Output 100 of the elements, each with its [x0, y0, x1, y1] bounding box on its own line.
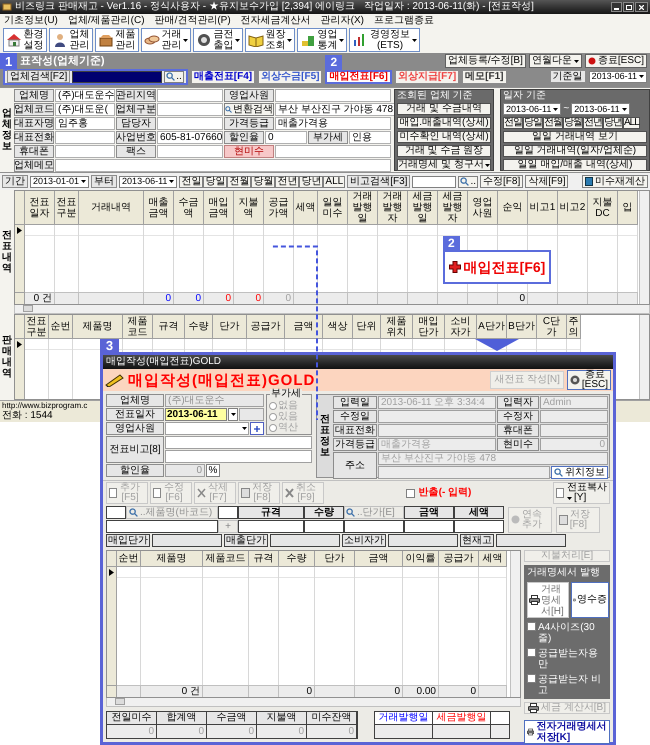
period-button[interactable]: 전일 — [179, 176, 204, 188]
menu-item[interactable]: 관리자(X) — [320, 16, 364, 26]
column-header[interactable]: A단가 — [477, 315, 507, 339]
edit-button[interactable]: 수정[F8] — [480, 175, 524, 188]
monthly-download-button[interactable]: 연월다운 — [528, 54, 582, 68]
close-button[interactable] — [635, 2, 648, 12]
column-header[interactable]: 비고2 — [558, 191, 588, 225]
recalculate-button[interactable]: 미수재계산 — [582, 175, 648, 188]
column-header[interactable]: 전표구분 — [55, 191, 79, 225]
report-button[interactable]: 일일 매입/매출 내역(상세) — [503, 159, 647, 171]
toolbar-button[interactable]: 제품관리 — [95, 28, 139, 52]
column-header[interactable]: 수금액 — [174, 191, 204, 225]
toolbar-button[interactable]: 원장조회 — [245, 28, 295, 52]
menu-item[interactable]: 프로그램종료 — [374, 16, 434, 26]
column-header[interactable]: 색상 — [323, 315, 353, 339]
input-field[interactable] — [238, 520, 304, 533]
column-header[interactable]: 수량 — [185, 315, 213, 339]
column-header[interactable]: 세액 — [294, 191, 318, 225]
tab[interactable]: 외상수금[F5] — [258, 70, 322, 84]
toolbar-button[interactable]: 영업통계 — [297, 28, 347, 52]
date-field[interactable]: 2013-06-11 — [571, 103, 630, 115]
period-button[interactable]: 전월 — [227, 176, 252, 188]
column-header[interactable]: 단가 — [213, 315, 247, 339]
input-field[interactable] — [404, 520, 454, 533]
date-field[interactable]: 2013-06-11 — [503, 103, 562, 115]
column-header[interactable]: 소비자가 — [445, 315, 477, 339]
close-button[interactable]: 종료 [ESC] — [566, 370, 611, 390]
column-header[interactable]: 세액 — [479, 551, 507, 567]
lookup-button[interactable]: 미수확인 내역(상세) — [397, 131, 491, 143]
column-header[interactable]: 순익 — [498, 191, 528, 225]
lookup-button[interactable]: 거래명세 및 청구서 — [397, 159, 491, 171]
column-header[interactable]: 공급가 — [247, 315, 285, 339]
column-header[interactable]: 단위 — [353, 315, 381, 339]
add-button[interactable]: + — [250, 422, 264, 435]
column-header[interactable]: 순번 — [117, 551, 141, 567]
column-header[interactable]: 공급가액 — [264, 191, 294, 225]
menu-item[interactable]: 판매/견적관리(P) — [154, 16, 231, 26]
input-field[interactable] — [304, 520, 344, 533]
column-header[interactable]: 규격 — [153, 315, 185, 339]
column-header[interactable]: 세금발행자 — [438, 191, 468, 225]
vertical-scrollbar[interactable] — [510, 551, 520, 697]
tab[interactable]: 매출전표[F4] — [190, 70, 256, 84]
period-button[interactable]: 당월 — [251, 176, 276, 188]
column-header[interactable]: 제품명 — [73, 315, 123, 339]
edit-company-button[interactable]: 업체등록/수정[B] — [444, 54, 526, 68]
column-header[interactable]: 영업사원 — [468, 191, 498, 225]
date-field[interactable]: 2013-01-01 — [30, 176, 90, 188]
convert-search-button[interactable]: 변환검색 — [224, 103, 274, 116]
period-button[interactable]: 전년 — [275, 176, 300, 188]
column-header[interactable]: 세금발행일 — [408, 191, 438, 225]
column-header[interactable]: 이익률 — [403, 551, 439, 567]
date-field[interactable]: 2013-06-11 — [165, 408, 227, 421]
input-field[interactable] — [454, 520, 504, 533]
radio-button[interactable] — [269, 402, 277, 410]
period-button[interactable]: 전일 — [503, 117, 523, 129]
column-header[interactable]: 제품위치 — [381, 315, 413, 339]
column-header[interactable]: 전표일자 — [25, 191, 55, 225]
column-header[interactable]: 매입단가 — [413, 315, 445, 339]
column-header[interactable]: 비고1 — [528, 191, 558, 225]
radio-button[interactable] — [269, 413, 277, 421]
more-button[interactable]: .. — [458, 176, 478, 188]
report-button[interactable]: 일일 거래내역(일자/업체순) — [503, 145, 647, 157]
input-field[interactable] — [106, 520, 218, 533]
column-header[interactable]: 지불DC — [588, 191, 618, 225]
copy-voucher-button[interactable]: 전표복사 [Y] — [553, 482, 610, 504]
column-header[interactable]: 주의 — [567, 315, 581, 339]
column-header[interactable]: 매출금액 — [144, 191, 174, 225]
period-button[interactable]: 당년 — [299, 176, 324, 188]
column-header[interactable]: 수량 — [279, 551, 315, 567]
period-button[interactable]: ALL — [323, 176, 346, 188]
maximize-button[interactable] — [623, 2, 634, 12]
period-button[interactable]: 전월 — [543, 117, 563, 129]
tab[interactable]: 메모[F1] — [462, 70, 507, 84]
toolbar-button[interactable]: 거래관리 — [141, 28, 191, 52]
column-header[interactable]: 금액 — [285, 315, 323, 339]
memo-field[interactable] — [165, 450, 312, 463]
close-button[interactable]: 종료[ESC] — [584, 54, 647, 68]
period-button[interactable]: 당일 — [203, 176, 228, 188]
minimize-button[interactable] — [611, 2, 622, 12]
column-header[interactable]: 순번 — [49, 315, 73, 339]
lookup-button[interactable]: 거래 및 수금 원장 — [397, 145, 491, 157]
scroll-thumb[interactable] — [23, 305, 33, 312]
toolbar-button[interactable]: 업체관리 — [49, 28, 93, 52]
input-field[interactable] — [218, 506, 238, 519]
delete-button[interactable]: 삭제[F9] — [525, 175, 568, 188]
period-button[interactable]: 당월 — [563, 117, 583, 129]
lookup-button[interactable]: 거래 및 수금내역 — [397, 103, 491, 115]
menu-item[interactable]: 업체/제품관리(C) — [68, 16, 145, 26]
column-header[interactable]: 금액 — [355, 551, 403, 567]
checkbox[interactable] — [527, 674, 536, 683]
toolbar-button[interactable]: 환경설정 — [3, 28, 47, 52]
column-header[interactable]: 거래발행자 — [378, 191, 408, 225]
column-header[interactable]: 매입금액 — [204, 191, 234, 225]
lookup-button[interactable]: 매입.매출내역(상세) — [397, 117, 491, 129]
input-field[interactable] — [344, 520, 404, 533]
period-button[interactable]: ALL — [623, 117, 640, 129]
report-button[interactable]: 일일 거래내역 보기 — [503, 131, 647, 143]
date-field[interactable]: 2013-06-11 — [588, 70, 647, 82]
period-button[interactable]: 전년 — [583, 117, 603, 129]
location-button[interactable]: 위치정보 — [551, 466, 608, 479]
